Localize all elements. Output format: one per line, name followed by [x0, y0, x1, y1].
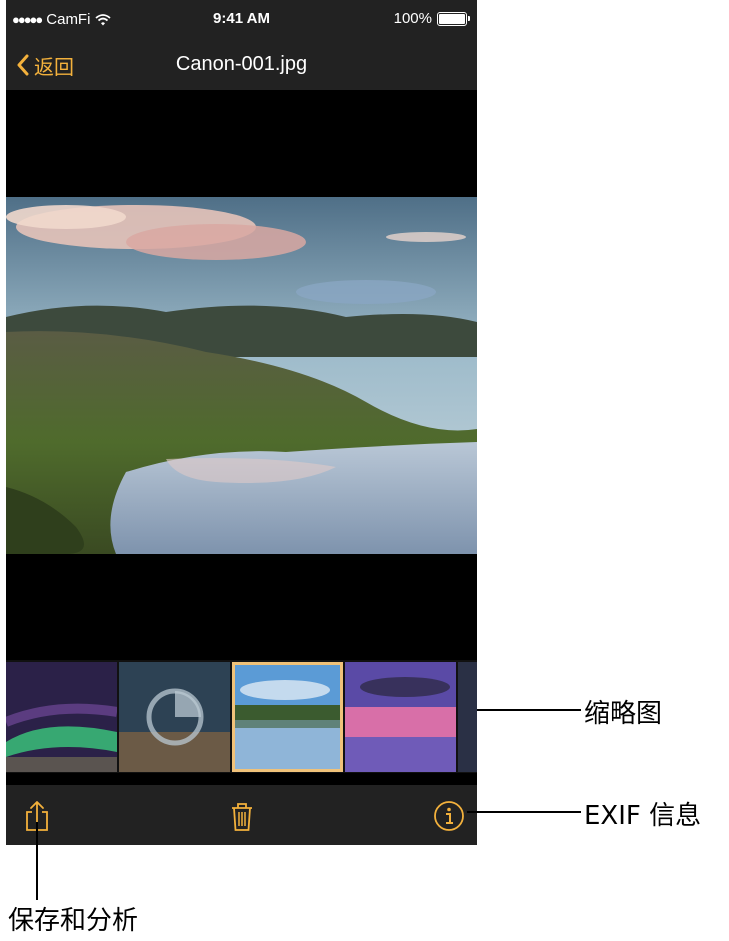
thumbnail-partial-image [458, 662, 477, 772]
save-callout-line [36, 822, 38, 900]
thumbnails-callout-label: 缩略图 [584, 699, 663, 729]
thumbnail-2[interactable] [119, 662, 230, 772]
thumbnail-4[interactable] [345, 662, 456, 772]
trash-icon [232, 803, 252, 831]
info-button[interactable] [432, 799, 466, 833]
thumbnail-1[interactable] [6, 662, 117, 772]
info-icon [434, 801, 464, 831]
beach-thumbnail-image [119, 662, 230, 772]
lake-thumbnail-image [235, 665, 340, 769]
thumbnail-strip[interactable] [6, 660, 477, 773]
status-bar: ●●●●● CamFi 9:41 AM 100% [6, 0, 477, 40]
delete-button[interactable] [225, 799, 259, 833]
bottom-toolbar [6, 785, 477, 845]
save-callout-label: 保存和分析 [8, 906, 139, 936]
page-title: Canon-001.jpg [175, 53, 308, 75]
thumbnail-5[interactable] [458, 662, 477, 772]
thumbnail-3-selected[interactable] [232, 662, 343, 772]
exif-callout-label: EXIF 信息 [584, 801, 702, 831]
navigation-bar: 返回 Canon-001.jpg [6, 40, 477, 90]
phone-screen: ●●●●● CamFi 9:41 AM 100% 返回 Canon-001.jp… [6, 0, 477, 845]
battery-icon [437, 11, 470, 26]
sunset-thumbnail-image [345, 662, 456, 772]
aurora-thumbnail-image [6, 662, 117, 772]
photo-viewer[interactable] [6, 197, 477, 554]
exif-callout-line [467, 811, 581, 813]
landscape-photo [6, 197, 477, 554]
battery-percent: 100% [393, 10, 432, 27]
thumbnails-callout-line [477, 709, 581, 711]
